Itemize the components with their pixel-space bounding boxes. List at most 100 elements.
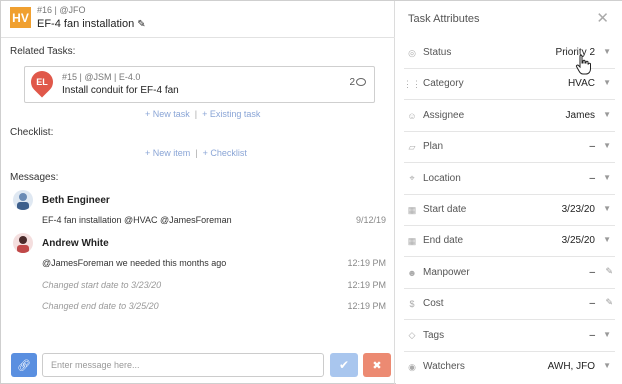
attribute-label: Assignee [423,109,465,121]
eye-icon: ◉ [408,361,416,372]
message-time: 9/12/19 [355,215,386,225]
attribute-row-manpower[interactable]: ☻ Manpower – ✎ [404,258,615,289]
attribute-label: Plan [423,141,444,153]
checklist-actions: + New item | + Checklist [145,148,247,158]
people-icon: ☻ [407,267,417,278]
chevron-down-icon[interactable]: ▼ [603,361,611,370]
task-meta: #16 | @JFO [37,5,86,15]
attribute-value[interactable]: – [589,141,595,152]
attribute-value[interactable]: 3/23/20 [562,204,595,215]
cancel-button[interactable]: ✖ [363,353,391,377]
attribute-label: Watchers [423,361,465,372]
plan-icon: ▱ [408,141,416,152]
category-badge: HV [10,7,31,28]
messages-label: Messages: [10,172,59,183]
message-author: Andrew White [42,238,109,249]
system-message-text: Changed end date to 3/25/20 [42,301,159,311]
send-button[interactable]: ✔ [330,353,358,377]
attribute-label: Cost [423,298,444,310]
chevron-down-icon[interactable]: ▼ [603,47,611,56]
check-icon: ✔ [338,358,350,372]
attribute-row-end-date[interactable]: ▦ End date 3/25/20 ▼ [404,226,615,258]
system-message-text: Changed start date to 3/23/20 [42,280,162,290]
avatar: EL [26,66,58,98]
attribute-value[interactable]: AWH, JFO [548,361,595,372]
chevron-down-icon[interactable]: ▼ [603,204,611,213]
attribute-row-start-date[interactable]: ▦ Start date 3/23/20 ▼ [404,195,615,226]
attribute-value[interactable]: – [589,330,595,341]
add-checklist-link[interactable]: + Checklist [203,148,247,158]
attribute-value[interactable]: – [589,298,595,309]
checklist-label: Checklist: [10,127,54,138]
location-icon: ⌖ [409,173,415,184]
close-icon[interactable]: ✕ [596,9,609,27]
new-item-link[interactable]: + New item [145,148,190,158]
pencil-icon[interactable]: ✎ [605,266,613,277]
user-icon: ☺ [407,110,417,121]
attribute-label: Status [423,47,452,58]
chevron-down-icon[interactable]: ▼ [603,110,611,119]
message-text: EF-4 fan installation @HVAC @JamesForema… [42,215,232,225]
comment-icon [356,78,366,86]
attribute-value[interactable]: HVAC [568,78,595,89]
related-task-title: Install conduit for EF-4 fan [62,85,179,96]
message-time: 12:19 PM [347,301,386,311]
comment-count: 2 [349,77,366,88]
attribute-row-watchers[interactable]: ◉ Watchers AWH, JFO ▼ [404,352,615,383]
calendar-icon: ▦ [407,235,417,246]
attribute-label: Start date [423,204,467,215]
close-icon: ✖ [372,359,382,372]
pencil-icon[interactable]: ✎ [605,297,613,308]
avatar [13,233,33,253]
attribute-value[interactable]: 3/25/20 [562,235,595,246]
attribute-label: Manpower [423,266,470,278]
attribute-label: Tags [423,329,445,341]
hand-cursor-icon [575,55,591,75]
chevron-down-icon[interactable]: ▼ [603,173,611,182]
attach-button[interactable]: 🔗︎ [11,353,37,377]
task-title-text: EF-4 fan installation [37,18,135,30]
chevron-down-icon[interactable]: ▼ [603,141,611,150]
avatar [13,190,33,210]
message-text: @JamesForeman we needed this months ago [42,258,227,268]
dollar-icon: $ [409,299,415,310]
task-title[interactable]: EF-4 fan installation ✎ [37,18,146,30]
message-input[interactable] [42,353,324,377]
attribute-label: Location [423,172,461,184]
attribute-row-assignee[interactable]: ☺ Assignee James ▼ [404,101,615,132]
attribute-value[interactable]: – [589,267,595,278]
category-icon: ⋮⋮ [403,78,421,89]
chevron-down-icon[interactable]: ▼ [603,78,611,87]
status-icon: ◎ [408,47,416,58]
comment-count-value: 2 [349,77,355,88]
new-task-link[interactable]: + New task [145,109,190,119]
attribute-value[interactable]: – [589,173,595,184]
panel-title: Task Attributes [408,13,480,25]
attribute-row-tags[interactable]: ◇ Tags – ▼ [404,321,615,352]
task-header: HV #16 | @JFO EF-4 fan installation ✎ [1,1,395,38]
message-time: 12:19 PM [347,280,386,290]
attribute-row-cost[interactable]: $ Cost – ✎ [404,289,615,321]
calendar-icon: ▦ [407,204,417,215]
chevron-down-icon[interactable]: ▼ [603,235,611,244]
attribute-label: Category [423,78,464,90]
chevron-down-icon[interactable]: ▼ [603,330,611,339]
related-task-actions: + New task | + Existing task [145,109,261,119]
attribute-row-plan[interactable]: ▱ Plan – ▼ [404,132,615,164]
message-composer: 🔗︎ ✔ ✖ [1,348,395,384]
message-author: Beth Engineer [42,195,110,206]
attribute-label: End date [423,235,464,247]
attribute-row-location[interactable]: ⌖ Location – ▼ [404,164,615,195]
tag-icon: ◇ [408,330,416,341]
paperclip-icon: 🔗︎ [17,359,31,372]
pencil-icon[interactable]: ✎ [137,19,145,30]
related-task-meta: #15 | @JSM | E-4.0 [62,72,141,82]
task-dialog: HV #16 | @JFO EF-4 fan installation ✎ Rel… [0,0,622,384]
task-detail-pane: HV #16 | @JFO EF-4 fan installation ✎ Rel… [1,1,395,384]
related-tasks-label: Related Tasks: [10,46,76,57]
avatar-initials: EL [36,77,48,87]
attribute-value[interactable]: James [566,110,595,121]
existing-task-link[interactable]: + Existing task [202,109,260,119]
related-task-card[interactable]: EL #15 | @JSM | E-4.0 Install conduit fo… [24,66,375,103]
message-time: 12:19 PM [347,258,386,268]
